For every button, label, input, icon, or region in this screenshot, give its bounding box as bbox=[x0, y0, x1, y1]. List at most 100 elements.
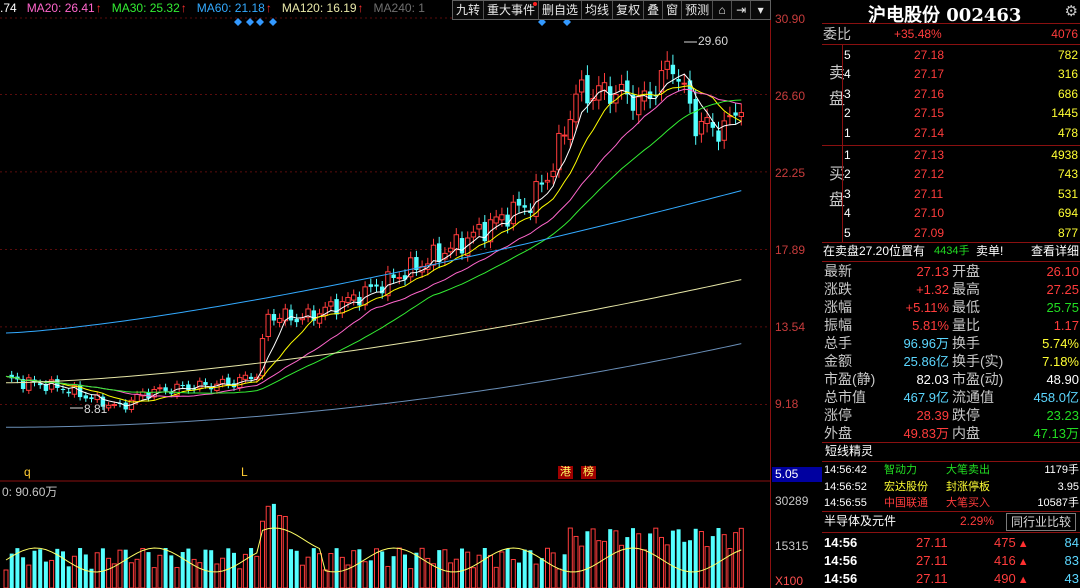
volume-bar bbox=[151, 567, 157, 588]
toolbar-button-adjust[interactable]: 复权 bbox=[613, 1, 645, 19]
kline-chart[interactable] bbox=[0, 0, 770, 588]
volume-bar bbox=[567, 527, 573, 588]
price-axis-label: 13.54 bbox=[775, 320, 806, 334]
axis-min-label: 5.05 bbox=[772, 467, 822, 482]
volume-bar bbox=[146, 552, 151, 588]
buy-level-row[interactable]: 3 27.11 531 bbox=[822, 185, 1080, 204]
sell-level-row[interactable]: 1 27.14 478 bbox=[822, 124, 1080, 143]
toolbar-button-forecast[interactable]: 预测 bbox=[682, 1, 714, 19]
event-marker[interactable]: q bbox=[24, 465, 31, 479]
elf-alert-row[interactable]: 14:56:52 宏达股份 封涨停板 3.95 bbox=[822, 479, 1080, 495]
candle-body bbox=[242, 374, 249, 380]
event-marker[interactable]: L bbox=[241, 465, 248, 479]
volume-bar bbox=[237, 568, 243, 588]
exit-icon[interactable]: ⇥ bbox=[732, 1, 752, 19]
volume-bar bbox=[613, 530, 619, 588]
kline-chart-area[interactable]: .74 MA20: 26.41↑ MA30: 25.32↑ MA60: 21.1… bbox=[0, 0, 822, 588]
tick-price: 27.11 bbox=[916, 571, 948, 586]
ma30-line bbox=[5, 99, 742, 394]
volume-bar bbox=[61, 551, 65, 588]
stat-value: 27.25 bbox=[1046, 282, 1079, 297]
volume-bar bbox=[608, 529, 613, 588]
toolbar-button-window[interactable]: 窗 bbox=[663, 1, 683, 19]
volume-bar bbox=[123, 549, 128, 588]
dragon-tiger-list-tag[interactable]: 榜 bbox=[581, 466, 596, 479]
sell-level-row[interactable]: 4 27.17 316 bbox=[822, 65, 1080, 84]
level-number: 4 bbox=[844, 67, 851, 82]
volume-bar bbox=[545, 547, 550, 588]
gear-icon[interactable]: ⚙ bbox=[1065, 2, 1078, 20]
sector-name[interactable]: 半导体及元件 bbox=[824, 512, 896, 531]
elf-header[interactable]: 短线精灵 bbox=[822, 442, 1080, 461]
volume-bar bbox=[191, 558, 197, 588]
buy-level-row[interactable]: 4 27.10 694 bbox=[822, 204, 1080, 223]
volume-bar bbox=[550, 552, 556, 588]
candle-body bbox=[26, 377, 32, 391]
sell-level-row[interactable]: 5 27.18 782 bbox=[822, 46, 1080, 65]
level-price: 27.11 bbox=[914, 186, 944, 201]
ma10-line bbox=[5, 85, 742, 403]
ma-legend-item-ma10[interactable]: .74 bbox=[0, 1, 17, 17]
buy-level-row[interactable]: 5 27.09 877 bbox=[822, 224, 1080, 243]
lock-icon[interactable]: ⌂ bbox=[713, 1, 733, 19]
candle-body bbox=[579, 79, 585, 93]
alert-value: 3.95 bbox=[1057, 480, 1079, 493]
volume-bar bbox=[157, 554, 163, 588]
volume-axis-unit: X100 bbox=[775, 574, 804, 588]
tick-volume: 475 ▲ bbox=[994, 534, 1029, 553]
tick-extra: 84 bbox=[1064, 535, 1079, 550]
toolbar-button-ma[interactable]: 均线 bbox=[582, 1, 614, 19]
volume-bar bbox=[573, 535, 579, 588]
ma-legend-item-ma30[interactable]: MA30: 25.32↑ bbox=[112, 1, 187, 17]
toolbar-button-overlay[interactable]: 叠 bbox=[644, 1, 664, 19]
quote-stat-row: 涨停 28.39 跌停 23.23 bbox=[822, 406, 1080, 425]
volume-bar bbox=[408, 568, 414, 588]
sell-level-row[interactable]: 2 27.15 1445 bbox=[822, 104, 1080, 123]
volume-bar bbox=[499, 551, 505, 588]
toolbar-button-jiuzhuan[interactable]: 九转 bbox=[453, 1, 485, 19]
candle-body bbox=[447, 247, 454, 253]
elf-alert-row[interactable]: 14:56:55 中国联通 大笔买入 10587手 bbox=[822, 495, 1080, 511]
buy-level-row[interactable]: 2 27.12 743 bbox=[822, 165, 1080, 184]
industry-compare-button[interactable]: 同行业比较 bbox=[1006, 513, 1077, 531]
level-volume: 694 bbox=[1057, 206, 1078, 221]
up-arrow-icon: ↑ bbox=[357, 1, 364, 15]
candle-body bbox=[294, 318, 299, 323]
price-axis-label: 17.89 bbox=[775, 243, 806, 257]
toolbar-button-remove-watchlist[interactable]: 删自选 bbox=[539, 1, 583, 19]
quote-stat-row: 市盈(静) 82.03 市盈(动) 48.90 bbox=[822, 370, 1080, 389]
divider bbox=[842, 45, 843, 243]
elf-title: 短线精灵 bbox=[825, 444, 874, 458]
notice-detail-link[interactable]: 查看详细 bbox=[1031, 242, 1079, 261]
event-diamond-icon bbox=[256, 18, 264, 26]
candle-body bbox=[601, 82, 608, 91]
sell-level-row[interactable]: 3 27.16 686 bbox=[822, 85, 1080, 104]
up-arrow-icon: ▲ bbox=[1017, 538, 1029, 550]
volume-bar bbox=[710, 536, 715, 588]
volume-bar bbox=[339, 556, 345, 588]
candle-body bbox=[248, 376, 254, 380]
trough-price-label: 8.81 bbox=[84, 402, 108, 416]
volume-bar bbox=[265, 505, 271, 588]
ma-legend-item-ma120[interactable]: MA120: 16.19↑ bbox=[282, 1, 364, 17]
ma-legend-item-ma20[interactable]: MA20: 26.41↑ bbox=[27, 1, 102, 17]
ma-legend-item-ma60[interactable]: MA60: 21.18↑ bbox=[197, 1, 272, 17]
candle-body bbox=[299, 317, 306, 321]
candle-body bbox=[328, 301, 334, 307]
volume-bar bbox=[653, 527, 659, 588]
level-volume: 743 bbox=[1057, 167, 1078, 182]
stat-label: 市盈(动) bbox=[952, 371, 1004, 387]
dropdown-icon[interactable]: ▾ bbox=[751, 1, 770, 19]
buy-level-row[interactable]: 1 27.13 4938 bbox=[822, 146, 1080, 165]
elf-alert-row[interactable]: 14:56:42 智动力 大笔卖出 1179手 bbox=[822, 462, 1080, 478]
tick-volume-value: 416 bbox=[994, 553, 1016, 568]
volume-bar bbox=[94, 552, 100, 588]
ma5-line bbox=[5, 73, 742, 407]
hk-connect-tag[interactable]: 港 bbox=[558, 466, 573, 479]
stat-value: 467.9亿 bbox=[903, 390, 949, 405]
volume-bar bbox=[391, 556, 396, 588]
volume-bar bbox=[659, 536, 664, 588]
volume-bar bbox=[9, 553, 14, 588]
ma-legend-item-ma240[interactable]: MA240: 1 bbox=[374, 1, 425, 17]
toolbar-button-major-events[interactable]: 重大事件 bbox=[484, 1, 540, 19]
